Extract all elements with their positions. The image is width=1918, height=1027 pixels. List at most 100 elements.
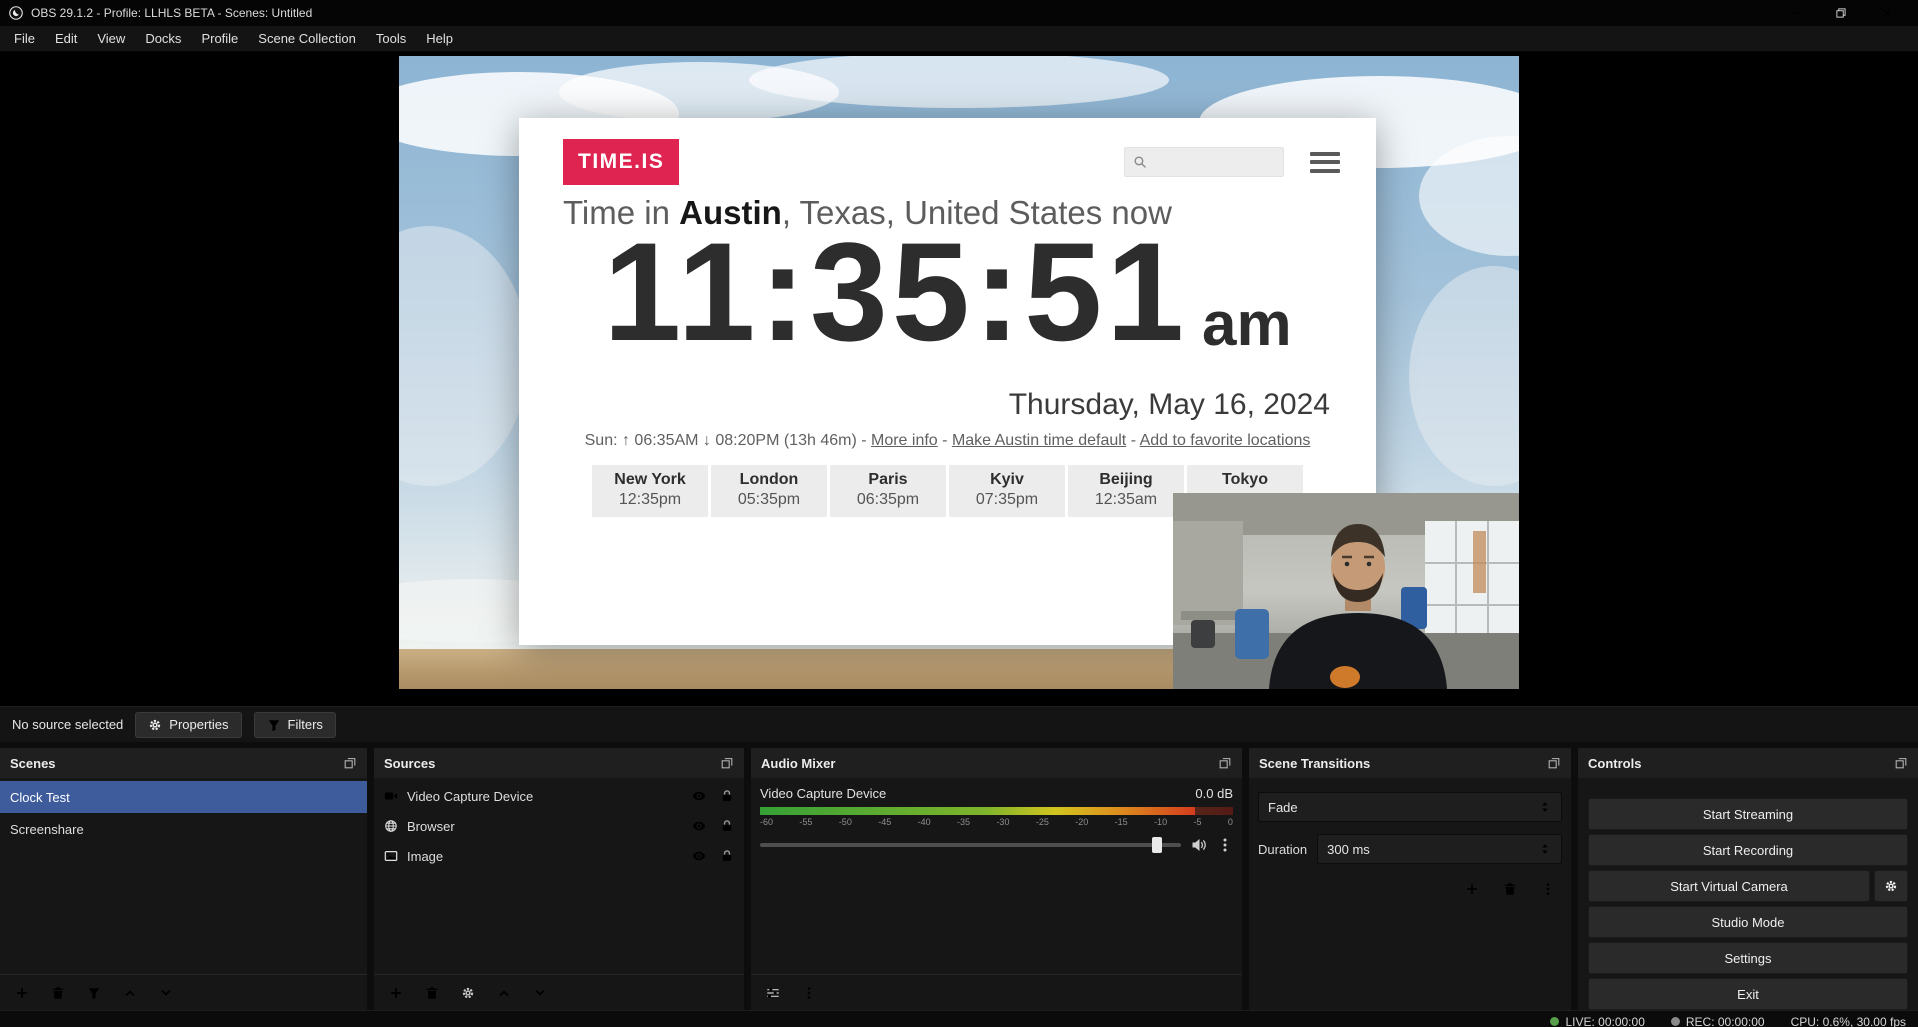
scene-item-clock-test[interactable]: Clock Test [0, 781, 367, 813]
lock-icon[interactable] [720, 819, 734, 833]
source-item-video-capture[interactable]: Video Capture Device [374, 781, 744, 811]
source-list: Video Capture Device Browser [374, 778, 744, 974]
start-streaming-button[interactable]: Start Streaming [1588, 798, 1908, 830]
cpu-fps-status: CPU: 0.6%, 30.00 fps [1791, 1015, 1906, 1027]
status-bar: LIVE: 00:00:00 REC: 00:00:00 CPU: 0.6%, … [0, 1010, 1918, 1027]
remove-transition-button[interactable] [1496, 876, 1524, 902]
dock-popout-icon[interactable] [720, 756, 734, 770]
scene-transitions-dock: Scene Transitions Fade Duration 300 ms [1249, 748, 1571, 1010]
controls-dock-title: Controls [1588, 756, 1641, 771]
menu-docks[interactable]: Docks [135, 27, 191, 50]
filters-button[interactable]: Filters [254, 712, 336, 738]
eye-icon[interactable] [692, 849, 706, 863]
dock-popout-icon[interactable] [1547, 756, 1561, 770]
db-scale: -60-55-50-45-40-35-30-25-20-15-10-50 [760, 817, 1233, 827]
add-source-button[interactable] [382, 980, 410, 1006]
window-title: OBS 29.1.2 - Profile: LLHLS BETA - Scene… [31, 6, 312, 20]
add-favorite-link: Add to favorite locations [1140, 432, 1311, 449]
exit-button[interactable]: Exit [1588, 978, 1908, 1010]
chevron-updown-icon [1538, 842, 1552, 856]
timeis-search-box [1124, 147, 1284, 177]
channel-menu-icon[interactable] [1217, 837, 1233, 853]
scene-filters-button[interactable] [80, 980, 108, 1006]
more-info-link: More info [871, 432, 938, 449]
source-status-text: No source selected [12, 717, 123, 732]
city-time-box: Beijing12:35am [1068, 465, 1184, 517]
menu-file[interactable]: File [4, 27, 45, 50]
timeis-date: Thursday, May 16, 2024 [1009, 388, 1330, 422]
dock-popout-icon[interactable] [1218, 756, 1232, 770]
eye-icon[interactable] [692, 819, 706, 833]
volume-slider-handle[interactable] [1152, 837, 1162, 853]
transition-select[interactable]: Fade [1258, 792, 1562, 822]
virtual-camera-config-button[interactable] [1874, 870, 1908, 902]
source-item-image[interactable]: Image [374, 841, 744, 871]
minimize-button[interactable] [1772, 0, 1818, 26]
audio-mixer-dock-titlebar[interactable]: Audio Mixer [751, 748, 1242, 778]
remove-scene-button[interactable] [44, 980, 72, 1006]
source-item-browser[interactable]: Browser [374, 811, 744, 841]
properties-button[interactable]: Properties [135, 712, 241, 738]
scene-up-button[interactable] [116, 980, 144, 1006]
menu-tools[interactable]: Tools [366, 27, 416, 50]
transitions-dock-title: Scene Transitions [1259, 756, 1370, 771]
settings-button[interactable]: Settings [1588, 942, 1908, 974]
lock-icon[interactable] [720, 789, 734, 803]
source-up-button[interactable] [490, 980, 518, 1006]
restore-button[interactable] [1818, 0, 1864, 26]
mixer-menu-button[interactable] [795, 980, 823, 1006]
add-transition-button[interactable] [1458, 876, 1486, 902]
lock-icon[interactable] [720, 849, 734, 863]
close-button[interactable] [1864, 0, 1910, 26]
menu-profile[interactable]: Profile [191, 27, 248, 50]
remove-source-button[interactable] [418, 980, 446, 1006]
gear-icon [148, 718, 162, 732]
menu-edit[interactable]: Edit [45, 27, 87, 50]
program-canvas[interactable]: TIME.IS Time in Austin, Texas, United St… [399, 56, 1519, 689]
dock-popout-icon[interactable] [343, 756, 357, 770]
dock-popout-icon[interactable] [1894, 756, 1908, 770]
start-virtual-camera-button[interactable]: Start Virtual Camera [1588, 870, 1870, 902]
chevron-updown-icon [1538, 800, 1552, 814]
scene-list: Clock Test Screenshare [0, 778, 367, 974]
duration-spinbox[interactable]: 300 ms [1317, 834, 1562, 864]
duration-label: Duration [1258, 842, 1307, 857]
eye-icon[interactable] [692, 789, 706, 803]
scenes-dock: Scenes Clock Test Screenshare [0, 748, 367, 1010]
scenes-dock-titlebar[interactable]: Scenes [0, 748, 367, 778]
speaker-icon[interactable] [1191, 837, 1207, 853]
scenes-toolbar [0, 974, 367, 1010]
audio-mixer-dock-title: Audio Mixer [761, 756, 835, 771]
start-recording-button[interactable]: Start Recording [1588, 834, 1908, 866]
volume-slider[interactable] [760, 836, 1181, 854]
menu-view[interactable]: View [87, 27, 135, 50]
dock-area: Scenes Clock Test Screenshare [0, 742, 1918, 1010]
live-status: LIVE: 00:00:00 [1550, 1015, 1644, 1027]
menu-bar: File Edit View Docks Profile Scene Colle… [0, 26, 1918, 52]
add-scene-button[interactable] [8, 980, 36, 1006]
city-time-box: London05:35pm [711, 465, 827, 517]
camera-icon [384, 789, 398, 803]
scene-item-screenshare[interactable]: Screenshare [0, 813, 367, 845]
transition-menu-button[interactable] [1534, 876, 1562, 902]
source-down-button[interactable] [526, 980, 554, 1006]
mixer-toolbar [751, 974, 1242, 1010]
timeis-sun-line: Sun: ↑ 06:35AM ↓ 08:20PM (13h 46m) - Mor… [519, 432, 1376, 450]
source-properties-button[interactable] [454, 980, 482, 1006]
make-default-link: Make Austin time default [952, 432, 1126, 449]
studio-mode-button[interactable]: Studio Mode [1588, 906, 1908, 938]
city-time-box: Paris06:35pm [830, 465, 946, 517]
sources-dock-titlebar[interactable]: Sources [374, 748, 744, 778]
city-time-box: New York12:35pm [592, 465, 708, 517]
menu-scene-collection[interactable]: Scene Collection [248, 27, 366, 50]
volume-meter [760, 807, 1233, 815]
filter-icon [267, 718, 281, 732]
controls-dock-titlebar[interactable]: Controls [1578, 748, 1918, 778]
scene-down-button[interactable] [152, 980, 180, 1006]
menu-help[interactable]: Help [416, 27, 463, 50]
transitions-dock-titlebar[interactable]: Scene Transitions [1249, 748, 1571, 778]
obs-logo-icon [8, 5, 24, 21]
city-time-box: Kyiv07:35pm [949, 465, 1065, 517]
sources-dock-title: Sources [384, 756, 435, 771]
advanced-audio-button[interactable] [759, 980, 787, 1006]
